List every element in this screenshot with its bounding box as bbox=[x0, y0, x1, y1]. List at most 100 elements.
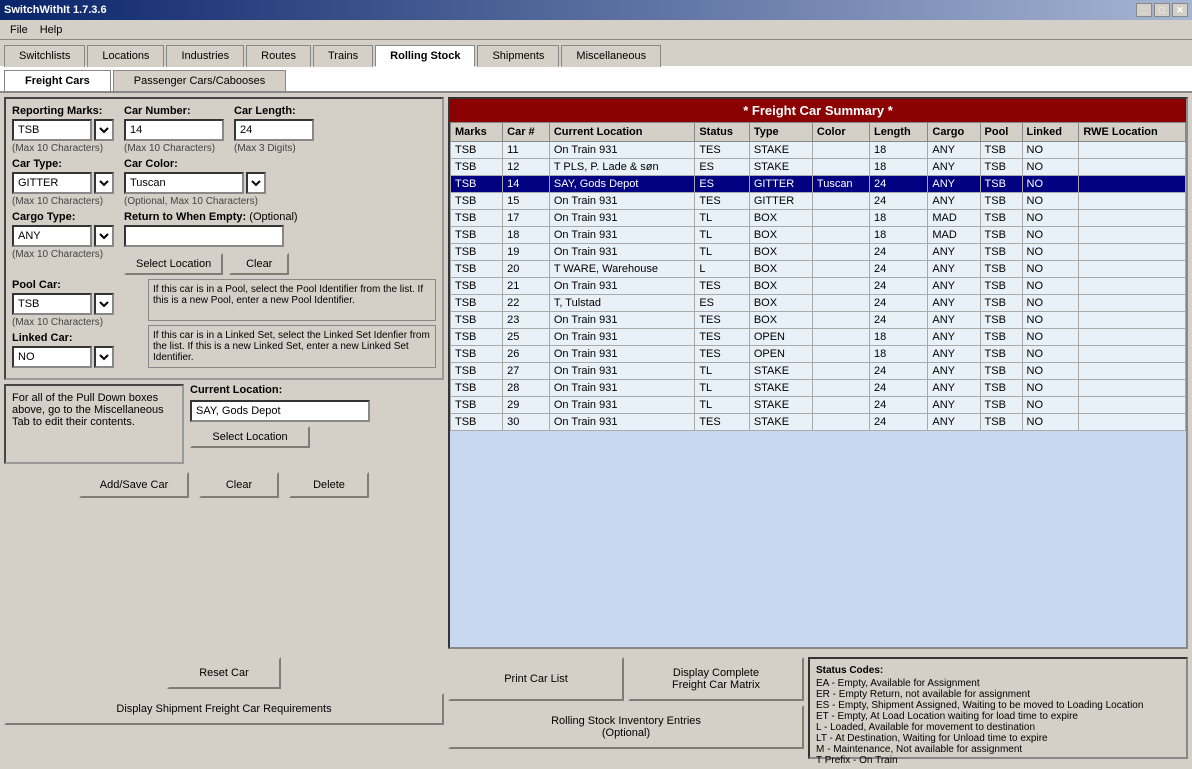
display-shipment-button[interactable]: Display Shipment Freight Car Requirement… bbox=[4, 693, 444, 725]
maximize-button[interactable]: □ bbox=[1154, 3, 1170, 17]
right-panel: * Freight Car Summary * Marks Car # Curr… bbox=[448, 97, 1188, 649]
car-type-input[interactable] bbox=[12, 172, 92, 194]
print-car-list-button[interactable]: Print Car List bbox=[448, 657, 624, 701]
car-length-input[interactable] bbox=[234, 119, 314, 141]
table-row[interactable]: TSB22T, TulstadESBOX24ANYTSBNO bbox=[451, 295, 1186, 312]
status-codes-box: Status Codes: EA - Empty, Available for … bbox=[808, 657, 1188, 759]
pool-tooltip: If this car is in a Pool, select the Poo… bbox=[148, 279, 436, 321]
pool-car-input[interactable] bbox=[12, 293, 92, 315]
car-number-input[interactable] bbox=[124, 119, 224, 141]
tab-trains[interactable]: Trains bbox=[313, 45, 373, 67]
reset-car-button[interactable]: Reset Car bbox=[167, 657, 281, 689]
tab-routes[interactable]: Routes bbox=[246, 45, 311, 67]
menu-help[interactable]: Help bbox=[34, 22, 69, 38]
pool-car-label: Pool Car: bbox=[12, 279, 142, 291]
table-row[interactable]: TSB25On Train 931TESOPEN18ANYTSBNO bbox=[451, 329, 1186, 346]
table-row[interactable]: TSB19On Train 931TLBOX24ANYTSBNO bbox=[451, 244, 1186, 261]
cargo-type-group: Cargo Type: (Max 10 Characters) bbox=[12, 211, 114, 275]
delete-button[interactable]: Delete bbox=[289, 472, 369, 498]
minimize-button[interactable]: _ bbox=[1136, 3, 1152, 17]
tab-shipments[interactable]: Shipments bbox=[477, 45, 559, 67]
col-rwe: RWE Location bbox=[1079, 123, 1186, 142]
pool-car-select[interactable] bbox=[94, 293, 114, 315]
table-row[interactable]: TSB18On Train 931TLBOX18MADTSBNO bbox=[451, 227, 1186, 244]
status-code-item: M - Maintenance, Not available for assig… bbox=[816, 744, 1180, 755]
linked-car-group: Linked Car: bbox=[12, 332, 142, 368]
car-type-hint: (Max 10 Characters) bbox=[12, 196, 114, 207]
car-color-hint: (Optional, Max 10 Characters) bbox=[124, 196, 266, 207]
table-row[interactable]: TSB30On Train 931TESSTAKE24ANYTSBNO bbox=[451, 414, 1186, 431]
display-complete-matrix-button[interactable]: Display CompleteFreight Car Matrix bbox=[628, 657, 804, 701]
col-status: Status bbox=[695, 123, 749, 142]
main-tab-bar: Switchlists Locations Industries Routes … bbox=[0, 40, 1192, 66]
status-code-item: ER - Empty Return, not available for ass… bbox=[816, 689, 1180, 700]
menu-file[interactable]: File bbox=[4, 22, 34, 38]
col-type: Type bbox=[749, 123, 812, 142]
car-type-group: Car Type: (Max 10 Characters) bbox=[12, 158, 114, 207]
col-color: Color bbox=[812, 123, 869, 142]
car-type-select[interactable] bbox=[94, 172, 114, 194]
status-code-item: EA - Empty, Available for Assignment bbox=[816, 678, 1180, 689]
status-codes-title: Status Codes: bbox=[816, 665, 1180, 676]
linked-car-input[interactable] bbox=[12, 346, 92, 368]
freight-car-table: Marks Car # Current Location Status Type… bbox=[450, 122, 1186, 431]
table-row[interactable]: TSB21On Train 931TESBOX24ANYTSBNO bbox=[451, 278, 1186, 295]
table-row[interactable]: TSB29On Train 931TLSTAKE24ANYTSBNO bbox=[451, 397, 1186, 414]
status-code-item: ES - Empty, Shipment Assigned, Waiting t… bbox=[816, 700, 1180, 711]
status-code-item: L - Loaded, Available for movement to de… bbox=[816, 722, 1180, 733]
table-row[interactable]: TSB27On Train 931TLSTAKE24ANYTSBNO bbox=[451, 363, 1186, 380]
car-length-label: Car Length: bbox=[234, 105, 314, 117]
subtab-passenger-cars[interactable]: Passenger Cars/Cabooses bbox=[113, 70, 286, 91]
table-row[interactable]: TSB11On Train 931TESSTAKE18ANYTSBNO bbox=[451, 142, 1186, 159]
left-panel: Reporting Marks: (Max 10 Characters) Car… bbox=[4, 97, 444, 649]
car-color-label: Car Color: bbox=[124, 158, 266, 170]
current-location-label: Current Location: bbox=[190, 384, 370, 396]
select-location-btn-1[interactable]: Select Location bbox=[124, 253, 223, 275]
table-row[interactable]: TSB26On Train 931TESOPEN18ANYTSBNO bbox=[451, 346, 1186, 363]
clear-btn-1[interactable]: Clear bbox=[229, 253, 289, 275]
tab-miscellaneous[interactable]: Miscellaneous bbox=[561, 45, 661, 67]
sub-tab-bar: Freight Cars Passenger Cars/Cabooses bbox=[0, 66, 1192, 93]
status-code-item: T Prefix - On Train bbox=[816, 755, 1180, 766]
tab-locations[interactable]: Locations bbox=[87, 45, 164, 67]
status-code-item: ET - Empty, At Load Location waiting for… bbox=[816, 711, 1180, 722]
status-code-item: LT - At Destination, Waiting for Unload … bbox=[816, 733, 1180, 744]
col-location: Current Location bbox=[549, 123, 694, 142]
car-color-select[interactable] bbox=[246, 172, 266, 194]
car-number-hint: (Max 10 Characters) bbox=[124, 143, 224, 154]
freight-car-summary: * Freight Car Summary * Marks Car # Curr… bbox=[448, 97, 1188, 649]
table-row[interactable]: TSB15On Train 931TESGITTER24ANYTSBNO bbox=[451, 193, 1186, 210]
close-button[interactable]: ✕ bbox=[1172, 3, 1188, 17]
col-cargo: Cargo bbox=[928, 123, 980, 142]
cargo-type-input[interactable] bbox=[12, 225, 92, 247]
table-row[interactable]: TSB28On Train 931TLSTAKE24ANYTSBNO bbox=[451, 380, 1186, 397]
add-save-button[interactable]: Add/Save Car bbox=[79, 472, 189, 498]
status-codes-list: EA - Empty, Available for AssignmentER -… bbox=[816, 678, 1180, 766]
table-row[interactable]: TSB17On Train 931TLBOX18MADTSBNO bbox=[451, 210, 1186, 227]
return-when-empty-label: Return to When Empty: (Optional) bbox=[124, 211, 298, 223]
table-row[interactable]: TSB14SAY, Gods DepotESGITTERTuscan24ANYT… bbox=[451, 176, 1186, 193]
table-row[interactable]: TSB12T PLS, P. Lade & sønESSTAKE18ANYTSB… bbox=[451, 159, 1186, 176]
clear-button-2[interactable]: Clear bbox=[199, 472, 279, 498]
tab-rolling-stock[interactable]: Rolling Stock bbox=[375, 45, 475, 67]
table-row[interactable]: TSB20T WARE, WarehouseLBOX24ANYTSBNO bbox=[451, 261, 1186, 278]
subtab-freight-cars[interactable]: Freight Cars bbox=[4, 70, 111, 91]
tab-industries[interactable]: Industries bbox=[166, 45, 244, 67]
car-number-label: Car Number: bbox=[124, 105, 224, 117]
reporting-marks-select[interactable] bbox=[94, 119, 114, 141]
return-when-empty-input[interactable] bbox=[124, 225, 284, 247]
select-location-btn-2[interactable]: Select Location bbox=[190, 426, 310, 448]
table-row[interactable]: TSB23On Train 931TESBOX24ANYTSBNO bbox=[451, 312, 1186, 329]
current-location-input[interactable] bbox=[190, 400, 370, 422]
reporting-marks-label: Reporting Marks: bbox=[12, 105, 114, 117]
car-number-group: Car Number: (Max 10 Characters) bbox=[124, 105, 224, 154]
rolling-stock-inventory-button[interactable]: Rolling Stock Inventory Entries(Optional… bbox=[448, 705, 804, 749]
tab-switchlists[interactable]: Switchlists bbox=[4, 45, 85, 67]
car-color-input[interactable] bbox=[124, 172, 244, 194]
linked-car-select[interactable] bbox=[94, 346, 114, 368]
car-length-hint: (Max 3 Digits) bbox=[234, 143, 314, 154]
window-controls[interactable]: _ □ ✕ bbox=[1136, 3, 1188, 17]
reporting-marks-input[interactable] bbox=[12, 119, 92, 141]
col-marks: Marks bbox=[451, 123, 503, 142]
cargo-type-select[interactable] bbox=[94, 225, 114, 247]
